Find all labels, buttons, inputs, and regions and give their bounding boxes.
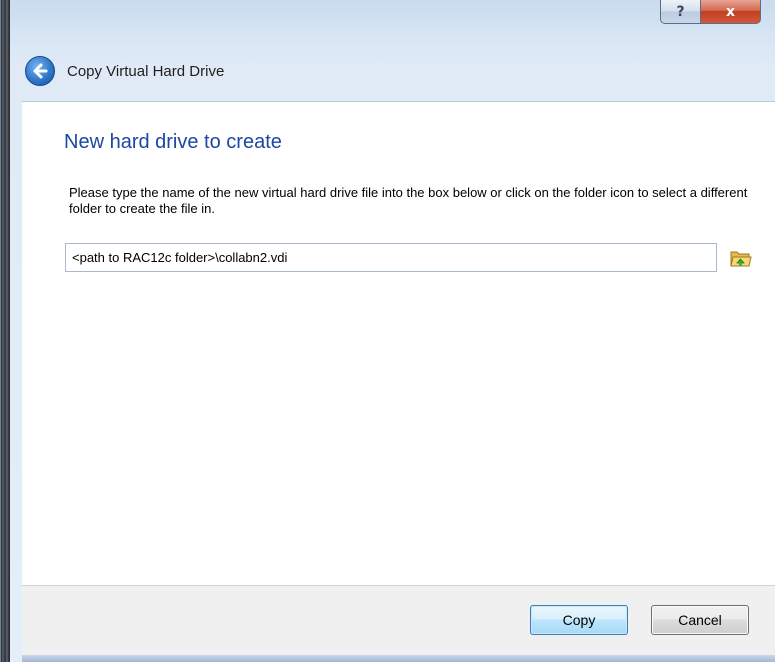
back-button[interactable] <box>25 56 55 86</box>
window-bottom-border <box>22 655 775 662</box>
background-window-edge <box>1 0 10 662</box>
dialog-window: ? x Copy Virtual Hard Drive New hard dri… <box>0 0 775 662</box>
choose-folder-button[interactable] <box>730 248 752 268</box>
back-arrow-icon <box>33 63 48 79</box>
help-button[interactable]: ? <box>660 0 701 24</box>
title-bar-controls: ? x <box>660 0 761 26</box>
wizard-page: New hard drive to create Please type the… <box>22 101 775 585</box>
page-heading: New hard drive to create <box>64 131 282 153</box>
instruction-text: Please type the name of the new virtual … <box>69 185 748 216</box>
file-path-input[interactable] <box>65 243 717 272</box>
button-bar: Copy Cancel <box>22 585 775 655</box>
wizard-header: Copy Virtual Hard Drive <box>25 56 224 86</box>
copy-button[interactable]: Copy <box>530 605 628 635</box>
cancel-button[interactable]: Cancel <box>651 605 749 635</box>
folder-open-icon <box>730 251 752 267</box>
close-icon: x <box>725 3 736 20</box>
help-icon: ? <box>676 3 685 20</box>
close-button[interactable]: x <box>701 0 761 24</box>
window-title: Copy Virtual Hard Drive <box>67 62 225 80</box>
